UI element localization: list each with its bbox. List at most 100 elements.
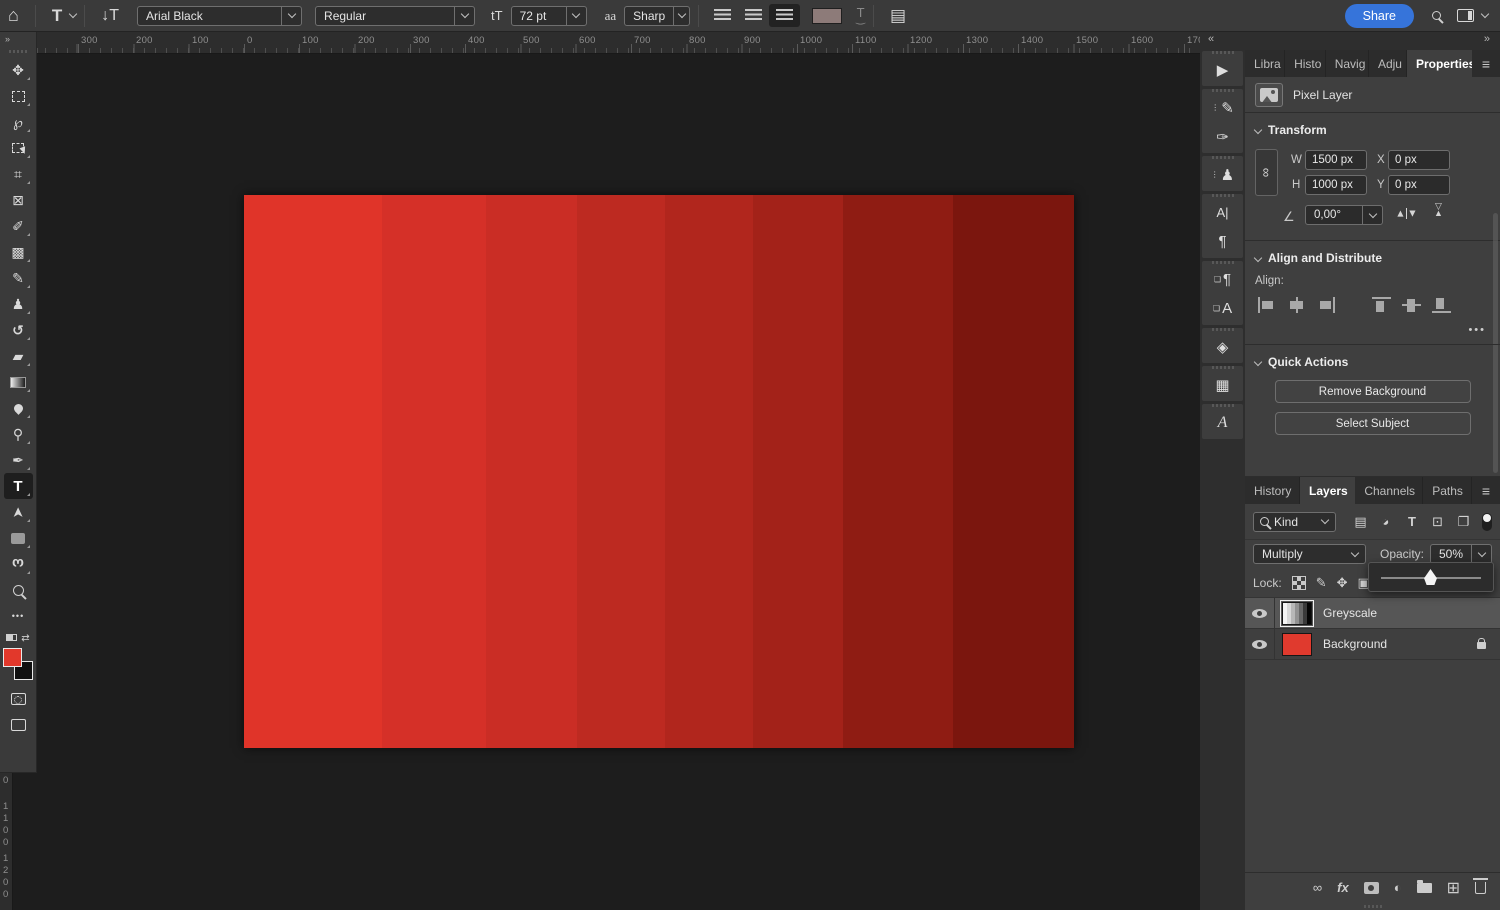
align-top-edges-icon[interactable] (1372, 297, 1391, 313)
character-panel-button[interactable]: A| (1202, 198, 1243, 227)
layer-style-button[interactable]: fx (1337, 880, 1349, 895)
dock-grip[interactable] (1212, 366, 1234, 369)
shape-tool[interactable] (4, 525, 33, 551)
dodge-tool[interactable]: ⚲ (4, 421, 33, 447)
align-right-button[interactable] (769, 4, 800, 27)
text-color-swatch[interactable] (812, 8, 842, 24)
blur-tool[interactable] (4, 395, 33, 421)
width-field[interactable]: 1500 px (1305, 150, 1367, 170)
select-subject-button[interactable]: Select Subject (1275, 412, 1471, 435)
tab-adjustments[interactable]: Adju (1369, 50, 1407, 77)
marquee-tool[interactable] (4, 83, 33, 109)
clone-source-panel-button[interactable]: ⋮♟ (1202, 160, 1243, 189)
y-field[interactable]: 0 px (1388, 175, 1450, 195)
lasso-tool[interactable]: ℘ (4, 109, 33, 135)
new-layer-button[interactable]: ⊞ (1447, 878, 1460, 898)
font-size-select[interactable]: 72 pt (511, 6, 587, 26)
adjustment-layer-button[interactable]: ◐ (1394, 880, 1402, 895)
anti-alias-select[interactable]: Sharp (624, 6, 690, 26)
opacity-slider-thumb[interactable] (1423, 569, 1438, 585)
tab-paths[interactable]: Paths (1423, 477, 1472, 504)
tab-libraries[interactable]: Libra (1245, 50, 1285, 77)
filter-image-icon[interactable]: ▤ (1352, 514, 1370, 530)
panel-expand-icon[interactable]: » (1245, 32, 1500, 50)
character-styles-panel-button[interactable]: ❏A (1202, 294, 1243, 323)
gradient-tool[interactable] (4, 369, 33, 395)
flip-vertical-button[interactable]: ▽▲ (1434, 203, 1443, 217)
lock-paint-icon[interactable]: ✎ (1316, 575, 1327, 591)
font-style-select[interactable]: Regular (315, 6, 475, 26)
lock-transparency-icon[interactable] (1292, 576, 1306, 590)
tab-layers[interactable]: Layers (1300, 477, 1355, 504)
eyedropper-tool[interactable]: ✐ (4, 213, 33, 239)
dock-grip[interactable] (1212, 404, 1234, 407)
layer-thumbnail[interactable] (1282, 602, 1312, 625)
height-field[interactable]: 1000 px (1305, 175, 1367, 195)
tab-navigator[interactable]: Navig (1326, 50, 1369, 77)
toolbar-collapse-icon[interactable]: » (0, 32, 36, 47)
3d-panel-button[interactable]: ◈ (1202, 332, 1243, 361)
panel-menu-icon[interactable]: ≡ (1472, 477, 1500, 504)
chevron-down-icon[interactable] (1481, 10, 1489, 18)
dock-grip[interactable] (1212, 89, 1234, 92)
move-tool[interactable]: ✥ (4, 57, 33, 83)
dock-grip[interactable] (1212, 261, 1234, 264)
align-vertical-centers-icon[interactable] (1402, 297, 1421, 313)
filter-kind-select[interactable]: Kind (1253, 512, 1336, 532)
brush-tool[interactable]: ✎ (4, 265, 33, 291)
edit-toolbar[interactable]: ••• (4, 603, 33, 629)
filter-toggle[interactable] (1482, 513, 1492, 531)
angle-select[interactable]: 0,00° (1305, 205, 1383, 225)
foreground-color-swatch[interactable] (3, 648, 22, 667)
visibility-toggle[interactable] (1245, 629, 1275, 659)
add-mask-button[interactable] (1364, 882, 1379, 894)
pen-tool[interactable]: ✒ (4, 447, 33, 473)
share-button[interactable]: Share (1345, 4, 1414, 28)
align-bottom-edges-icon[interactable] (1432, 297, 1451, 313)
new-group-button[interactable] (1417, 883, 1432, 893)
search-icon[interactable] (1424, 11, 1449, 20)
layer-row-background[interactable]: Background (1245, 629, 1500, 660)
history-brush-tool[interactable]: ↺ (4, 317, 33, 343)
dock-grip[interactable] (1212, 156, 1234, 159)
zoom-tool[interactable] (4, 577, 33, 603)
filter-type-icon[interactable]: T (1403, 514, 1421, 529)
dock-grip[interactable] (1212, 328, 1234, 331)
type-tool[interactable]: T (4, 473, 33, 499)
tab-channels[interactable]: Channels (1355, 477, 1423, 504)
x-field[interactable]: 0 px (1388, 150, 1450, 170)
actions-panel-button[interactable]: ▶ (1202, 55, 1243, 84)
toolbar-grip[interactable] (9, 50, 27, 53)
panel-resize-grip[interactable] (1245, 902, 1500, 910)
align-left-button[interactable] (707, 4, 738, 27)
chevron-down-icon[interactable] (69, 10, 77, 18)
hand-tool[interactable]: ω (4, 551, 33, 577)
document-canvas[interactable] (244, 195, 1074, 748)
patterns-panel-button[interactable]: ▦ (1202, 370, 1243, 399)
path-selection-tool[interactable]: ➤ (4, 499, 33, 525)
filter-adjustment-icon[interactable]: ◑ (1377, 514, 1395, 529)
panel-menu-icon[interactable]: ≡ (1472, 50, 1500, 77)
flip-horizontal-button[interactable]: ▶◀ (1397, 208, 1415, 219)
layer-row-greyscale[interactable]: Greyscale (1245, 598, 1500, 629)
paragraph-panel-button[interactable]: ¶ (1202, 227, 1243, 256)
delete-layer-button[interactable] (1475, 882, 1486, 894)
layer-thumbnail[interactable] (1282, 633, 1312, 656)
healing-brush-tool[interactable]: ▩ (4, 239, 33, 265)
dock-collapse-icon[interactable]: « (1200, 32, 1245, 48)
align-center-button[interactable] (738, 4, 769, 27)
object-selection-tool[interactable] (4, 135, 33, 161)
link-dimensions-button[interactable]: ∞ (1255, 149, 1278, 196)
section-collapse-icon[interactable] (1254, 253, 1262, 261)
screen-mode-button[interactable] (4, 712, 33, 738)
visibility-toggle[interactable] (1245, 598, 1275, 628)
section-collapse-icon[interactable] (1254, 125, 1262, 133)
align-horizontal-centers-icon[interactable] (1287, 297, 1306, 313)
dock-grip[interactable] (1212, 194, 1234, 197)
paragraph-styles-panel-button[interactable]: ❏¶ (1202, 265, 1243, 294)
workspace-icon[interactable] (1449, 9, 1482, 22)
align-right-edges-icon[interactable] (1317, 297, 1336, 313)
text-orientation-icon[interactable]: ↓T (93, 7, 127, 25)
clone-stamp-tool[interactable]: ♟ (4, 291, 33, 317)
warp-text-icon[interactable]: T‿ (856, 9, 865, 23)
